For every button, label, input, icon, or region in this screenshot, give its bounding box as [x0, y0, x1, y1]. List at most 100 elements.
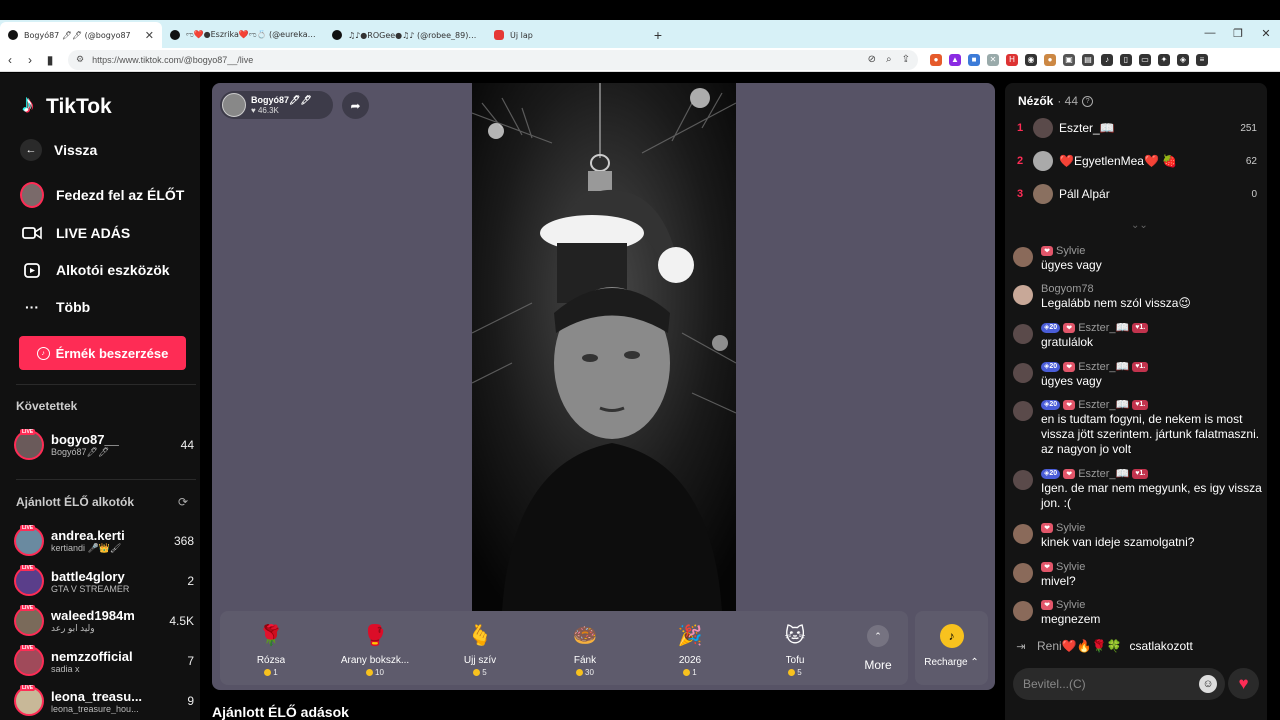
tiktok-logo[interactable]: TikTok — [22, 91, 112, 119]
gift-name: 2026 — [678, 655, 702, 666]
live-video-stream[interactable] — [472, 83, 736, 611]
browser-tab-1[interactable]: Bogyó87 🖊🖊 (@bogyo87 ✕ — [0, 22, 162, 48]
bookmark-icon[interactable]: ▮ — [40, 53, 60, 67]
nav-label: LIVE ADÁS — [56, 225, 131, 241]
avatar[interactable] — [1013, 470, 1033, 490]
level-badge: ◈20 — [1041, 399, 1061, 410]
gift-item[interactable]: 🥊 Arany bokszk... 10 — [325, 611, 425, 685]
new-tab-button[interactable]: + — [648, 22, 668, 48]
browser-tab-2[interactable]: ಌ❤️●Eszrika❤️ಌ💍 (@eurekaeur — [162, 22, 324, 48]
sidebar-icon[interactable]: ▯ — [1120, 53, 1132, 66]
emoji-icon[interactable]: ☺ — [1199, 675, 1217, 693]
recharge-button[interactable]: ♪ Recharge ⌃ — [915, 611, 988, 685]
nav-explore-live[interactable]: Fedezd fel az ÉLŐT — [20, 182, 184, 208]
top-viewer-row[interactable]: 1 Eszter_📖 251 — [1017, 116, 1257, 140]
brave-shield-icon[interactable]: ● — [930, 53, 942, 66]
extension-icon[interactable]: ■ — [968, 53, 980, 66]
recommended-account[interactable]: LIVE andrea.kerti kertiandi 🎤👑🖌 368 — [14, 523, 194, 559]
site-settings-icon[interactable]: ⚙ — [76, 54, 84, 65]
top-viewer-row[interactable]: 3 Páll Alpár 0 — [1017, 182, 1257, 206]
avatar[interactable] — [1013, 401, 1033, 421]
restore-icon[interactable]: ❐ — [1224, 20, 1252, 46]
coin-icon — [264, 669, 272, 676]
tab-close-icon[interactable]: ✕ — [145, 29, 154, 42]
browser-tab-3[interactable]: ♫♪●ROGee●♫♪ (@robee_89) ÉLŐ a — [324, 22, 486, 48]
avatar[interactable] — [1013, 247, 1033, 267]
gift-item[interactable]: 🫰 Ujj szív 5 — [430, 611, 530, 685]
recommended-account[interactable]: LIVE nemzzofficial sadia x 7 — [14, 643, 194, 679]
viewers-header[interactable]: Nézők · 44 ? — [1018, 94, 1094, 108]
avatar: LIVE — [14, 685, 44, 716]
extension-icon[interactable]: ✕ — [987, 53, 999, 66]
suggested-live-title: Ajánlott ÉLŐ adások — [212, 704, 349, 720]
nav-more[interactable]: ··· Több — [20, 295, 90, 319]
more-gifts-button[interactable]: ⌃ More — [856, 611, 900, 685]
music-icon[interactable]: ♪ — [1101, 53, 1113, 66]
chat-username: Sylvie — [1056, 598, 1086, 611]
avatar[interactable] — [1013, 563, 1033, 583]
recommended-account[interactable]: LIVE leona_treasu... leona_treasure_hou.… — [14, 683, 194, 719]
extension-icon[interactable]: ◉ — [1025, 53, 1037, 66]
share-button[interactable]: ➦ — [342, 92, 369, 119]
share-page-icon[interactable]: ⇪ — [902, 54, 910, 65]
gift-item[interactable]: 🌹 Rózsa 1 — [221, 611, 321, 685]
host-info-pill[interactable]: Bogyó87🖊🖊 ♥ 46.3K — [220, 91, 333, 119]
following-account[interactable]: LIVE bogyo87__ Bogyó87🖊🖊 44 — [14, 427, 194, 463]
tiktok-favicon-icon — [8, 30, 18, 40]
rewards-icon[interactable]: ▲ — [949, 53, 961, 66]
chevron-down-icon[interactable]: ⌄⌄ — [1131, 220, 1148, 231]
url-text: https://www.tiktok.com/@bogyo87__/live — [92, 54, 254, 65]
video-camera-icon — [20, 221, 44, 245]
divider — [16, 479, 196, 480]
chat-input[interactable] — [1023, 677, 1199, 691]
extension-icon[interactable]: H — [1006, 53, 1018, 66]
refresh-icon[interactable]: ⟳ — [178, 495, 188, 509]
chat-message: ◈20 ❤ Eszter_📖 ♥1. Igen. de mar nem megyunk… — [1013, 466, 1263, 511]
viewer-rank: 1 — [1017, 122, 1024, 134]
account-nickname: وليد ابو رعد — [51, 623, 95, 633]
help-icon[interactable]: ? — [1082, 95, 1094, 107]
avatar[interactable] — [1013, 363, 1033, 383]
back-button[interactable]: ← Vissza — [20, 139, 97, 161]
like-button[interactable]: ♥ — [1228, 668, 1259, 699]
minimize-icon[interactable]: — — [1196, 20, 1224, 46]
avatar[interactable] — [1013, 285, 1033, 305]
avatar[interactable] — [1013, 524, 1033, 544]
address-bar: ‹ › ▮ ⚙ https://www.tiktok.com/@bogyo87_… — [0, 48, 1280, 72]
wallet-icon[interactable]: ▭ — [1139, 53, 1151, 66]
join-username[interactable]: Reni❤️🔥🌹🍀 — [1037, 639, 1121, 653]
extension-icon[interactable]: ● — [1044, 53, 1056, 66]
gift-name: Ujj szív — [463, 655, 497, 666]
tiktok-coin-icon: ♪ — [939, 624, 964, 648]
top-viewer-row[interactable]: 2 ❤️EgyetlenMea❤️ 🍓 62 — [1017, 149, 1257, 173]
back-arrow-icon[interactable]: ‹ — [0, 53, 20, 67]
gift-item[interactable]: 🍩 Fánk 30 — [535, 611, 635, 685]
recommended-account[interactable]: LIVE battle4glory GTA V STREAMER 2 — [14, 563, 194, 599]
extension-icon[interactable]: ▤ — [1082, 53, 1094, 66]
nav-go-live[interactable]: LIVE ADÁS — [20, 221, 130, 245]
host-avatar[interactable] — [222, 93, 246, 117]
nav-creator-tools[interactable]: Alkotói eszközök — [20, 258, 170, 282]
gift-item[interactable]: 🎉 2026 1 — [640, 611, 740, 685]
live-player[interactable]: Bogyó87🖊🖊 ♥ 46.3K ➦ 🌹 Rózsa 1 🥊 Arany bo… — [212, 83, 995, 690]
heart-badge-icon: ❤ — [1063, 361, 1076, 372]
avatar[interactable] — [1013, 601, 1033, 621]
zoom-icon[interactable]: ⌕ — [886, 54, 892, 65]
vpn-icon[interactable]: ◈ — [1177, 53, 1189, 66]
url-field[interactable]: ⚙ https://www.tiktok.com/@bogyo87__/live… — [68, 49, 918, 70]
fan-badge: ♥1. — [1132, 361, 1149, 372]
browser-tab-4[interactable]: Új lap — [486, 22, 648, 48]
ai-icon[interactable]: ✦ — [1158, 53, 1170, 66]
forward-arrow-icon[interactable]: › — [20, 53, 40, 67]
avatar[interactable] — [1013, 324, 1033, 344]
window-close-icon[interactable]: ✕ — [1252, 20, 1280, 46]
recommended-account[interactable]: LIVE waleed1984m وليد ابو رعد 4.5K — [14, 603, 194, 639]
translate-icon[interactable]: ⊘ — [868, 54, 876, 65]
get-coins-button[interactable]: ♪ Érmék beszerzése — [19, 336, 186, 370]
heart-badge-icon: ❤ — [1063, 399, 1076, 410]
gift-item[interactable]: 🐱 Tofu 5 — [745, 611, 845, 685]
fan-badge: ♥1. — [1132, 468, 1149, 479]
menu-icon[interactable]: ≡ — [1196, 53, 1208, 66]
extension-icon[interactable]: ▣ — [1063, 53, 1075, 66]
avatar — [1033, 118, 1053, 138]
